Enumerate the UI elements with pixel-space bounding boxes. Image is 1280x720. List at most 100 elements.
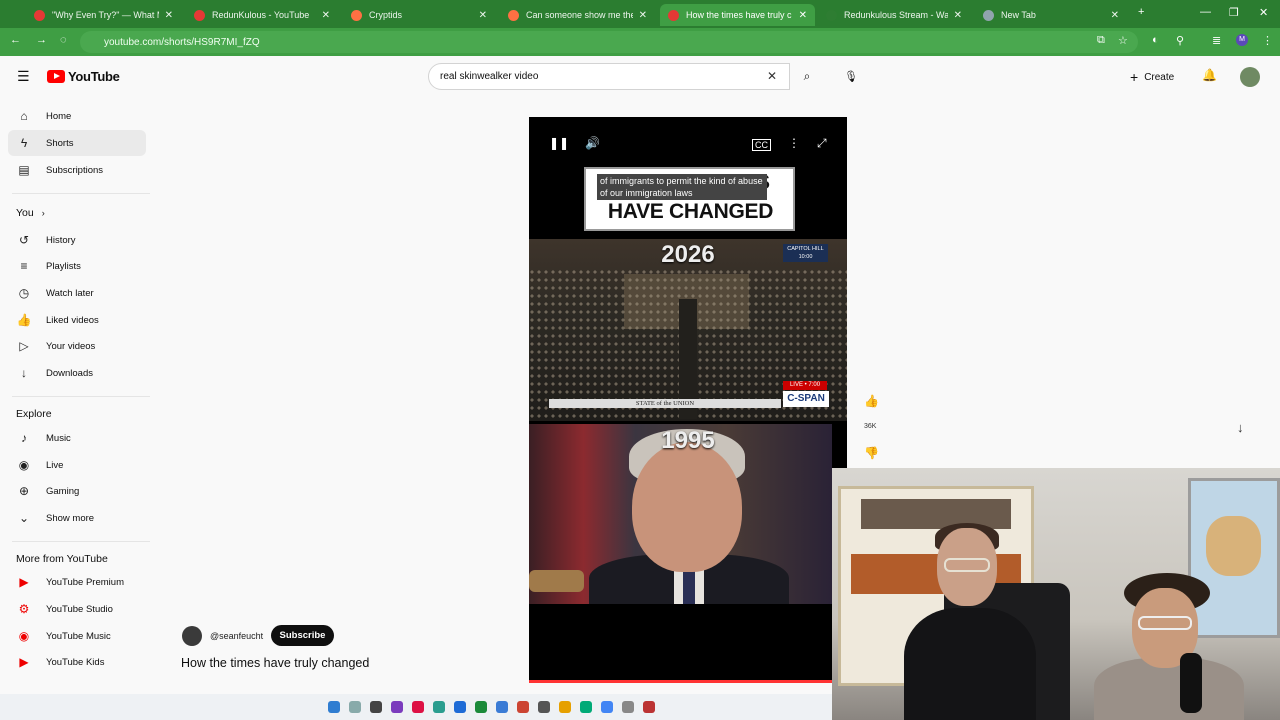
sidebar-section-heading[interactable]: You ›: [16, 207, 45, 219]
tab-favicon-icon: [668, 9, 679, 21]
next-short-arrow-icon[interactable]: ↓: [1237, 420, 1244, 435]
profile-icon[interactable]: M: [1236, 34, 1248, 46]
pause-icon[interactable]: ❚❚: [549, 136, 569, 150]
sidebar-item-subscriptions[interactable]: ▤ Subscriptions: [8, 157, 146, 183]
menu-kebab-icon[interactable]: ⋮: [1262, 34, 1273, 47]
closed-captions-icon[interactable]: CC: [752, 139, 771, 151]
sidebar-item-history[interactable]: ↺ History: [8, 227, 146, 253]
tab-title: RedunKulous - YouTube: [212, 10, 310, 20]
app-icon[interactable]: [390, 701, 403, 713]
new-tab-button[interactable]: +: [1138, 6, 1144, 18]
app-icon[interactable]: [369, 701, 382, 713]
bookmark-star-icon[interactable]: ☆: [1118, 34, 1128, 47]
sidebar-item-gaming[interactable]: ⊕ Gaming: [8, 478, 146, 504]
dislike-icon[interactable]: 👎: [864, 446, 879, 460]
hamburger-menu-icon[interactable]: ☰: [17, 68, 30, 85]
browser-tab[interactable]: Redunkulous Stream - Watch L ✕: [818, 4, 970, 26]
video-subtitle: of immigrants to permit the kind of abus…: [597, 174, 767, 200]
close-window-icon[interactable]: ✕: [1259, 6, 1268, 19]
restore-icon[interactable]: ❐: [1229, 6, 1239, 19]
video-progress-bar[interactable]: [529, 680, 832, 683]
account-avatar[interactable]: [1240, 67, 1260, 87]
your-videos-icon: ▷: [19, 339, 29, 353]
sidebar-item-youtube-premium[interactable]: ▶ YouTube Premium: [8, 569, 146, 595]
forward-icon[interactable]: →: [36, 34, 47, 46]
close-tab-icon[interactable]: ✕: [165, 10, 173, 21]
voice-search-button[interactable]: 🎙: [840, 66, 862, 88]
sidebar-item-label: Home: [46, 110, 72, 122]
close-tab-icon[interactable]: ✕: [639, 10, 647, 21]
app-icon[interactable]: [432, 701, 445, 713]
browser-tab[interactable]: "Why Even Try?" — What My S ✕: [26, 4, 181, 26]
sidebar-item-label: Gaming: [46, 485, 80, 497]
live-icon: ◉: [18, 458, 30, 472]
create-button[interactable]: + Create: [1130, 67, 1174, 87]
app-icon[interactable]: [600, 701, 613, 713]
app-icon[interactable]: [558, 701, 571, 713]
app-icon[interactable]: [642, 701, 655, 713]
sidebar-item-live[interactable]: ◉ Live: [8, 452, 146, 478]
sidebar-item-show-more[interactable]: ⌄ Show more: [8, 505, 146, 531]
app-icon[interactable]: [411, 701, 424, 713]
fullscreen-icon[interactable]: ⤢: [817, 136, 827, 151]
sidebar-item-watch-later[interactable]: ◷ Watch later: [8, 280, 146, 306]
app-icon[interactable]: [516, 701, 529, 713]
browser-tab[interactable]: RedunKulous - YouTube ✕: [186, 4, 338, 26]
subscriptions-icon: ▤: [18, 163, 30, 177]
sidebar-item-playlists[interactable]: ≡ Playlists: [8, 253, 146, 279]
sidebar-item-your-videos[interactable]: ▷ Your videos: [8, 333, 146, 359]
minimize-icon[interactable]: —: [1200, 6, 1211, 18]
extension-icon[interactable]: ◐: [1152, 34, 1159, 46]
sidebar-item-youtube-kids[interactable]: ▶ YouTube Kids: [8, 649, 146, 675]
playlists-icon: ≡: [20, 259, 28, 273]
like-icon[interactable]: 👍: [864, 394, 879, 408]
sidebar-item-shorts[interactable]: ϟ Shorts: [8, 130, 146, 156]
notifications-bell-icon[interactable]: 🔔: [1202, 68, 1217, 82]
search-taskbar-icon[interactable]: [348, 701, 361, 713]
sidebar-item-youtube-music[interactable]: ◉ YouTube Music: [8, 623, 146, 649]
clear-search-icon[interactable]: ✕: [767, 69, 777, 83]
browser-tab[interactable]: Cryptids ✕: [343, 4, 495, 26]
tab-title: Redunkulous Stream - Watch L: [844, 10, 948, 20]
app-icon[interactable]: [537, 701, 550, 713]
app-icon[interactable]: [495, 701, 508, 713]
browser-tab[interactable]: How the times have truly c ✕: [660, 4, 815, 26]
browser-tab[interactable]: Can someone show me the su ✕: [500, 4, 655, 26]
sidebar-item-downloads[interactable]: ↓ Downloads: [8, 360, 146, 386]
reload-icon[interactable]: ◌: [60, 34, 67, 46]
puzzle-icon[interactable]: ⚲: [1176, 34, 1184, 47]
sidebar-item-liked-videos[interactable]: 👍 Liked videos: [8, 307, 146, 333]
sidebar-item-youtube-studio[interactable]: ⚙ YouTube Studio: [8, 596, 146, 622]
app-icon[interactable]: [621, 701, 634, 713]
app-icon[interactable]: [453, 701, 466, 713]
youtube-logo[interactable]: YouTube: [47, 69, 120, 84]
search-input[interactable]: real skinwealker video: [428, 63, 790, 90]
address-bar[interactable]: youtube.com/shorts/HS9R7MI_fZQ: [80, 31, 1138, 53]
install-app-icon[interactable]: ⧉: [1097, 34, 1105, 47]
search-button[interactable]: ⌕: [790, 63, 824, 90]
volume-icon[interactable]: 🔊: [585, 136, 600, 150]
youtube-kids-icon: ▶: [19, 655, 29, 669]
sidebar-item-label: Subscriptions: [46, 164, 104, 176]
close-tab-icon[interactable]: ✕: [322, 10, 330, 21]
sidebar-item-label: YouTube Music: [46, 630, 111, 642]
close-tab-icon[interactable]: ✕: [954, 10, 962, 21]
browser-tab[interactable]: New Tab ✕: [975, 4, 1127, 26]
back-icon[interactable]: ←: [10, 34, 21, 46]
app-icon[interactable]: [579, 701, 592, 713]
channel-avatar[interactable]: [182, 626, 202, 646]
app-icon[interactable]: [474, 701, 487, 713]
microphone-icon: 🎙: [844, 71, 858, 83]
sidebar-item-home[interactable]: ⌂ Home: [8, 103, 146, 129]
start-icon[interactable]: [327, 701, 340, 713]
channel-handle[interactable]: @seanfeucht: [210, 631, 263, 641]
music-icon: ♪: [21, 431, 27, 445]
close-tab-icon[interactable]: ✕: [799, 10, 807, 21]
media-control-icon[interactable]: ≣: [1212, 34, 1221, 47]
youtube-music-icon: ◉: [18, 629, 30, 643]
close-tab-icon[interactable]: ✕: [479, 10, 487, 21]
more-options-icon[interactable]: ⋮: [788, 136, 800, 150]
sidebar-item-music[interactable]: ♪ Music: [8, 425, 146, 451]
subscribe-button[interactable]: Subscribe: [271, 625, 334, 646]
close-tab-icon[interactable]: ✕: [1111, 10, 1119, 21]
